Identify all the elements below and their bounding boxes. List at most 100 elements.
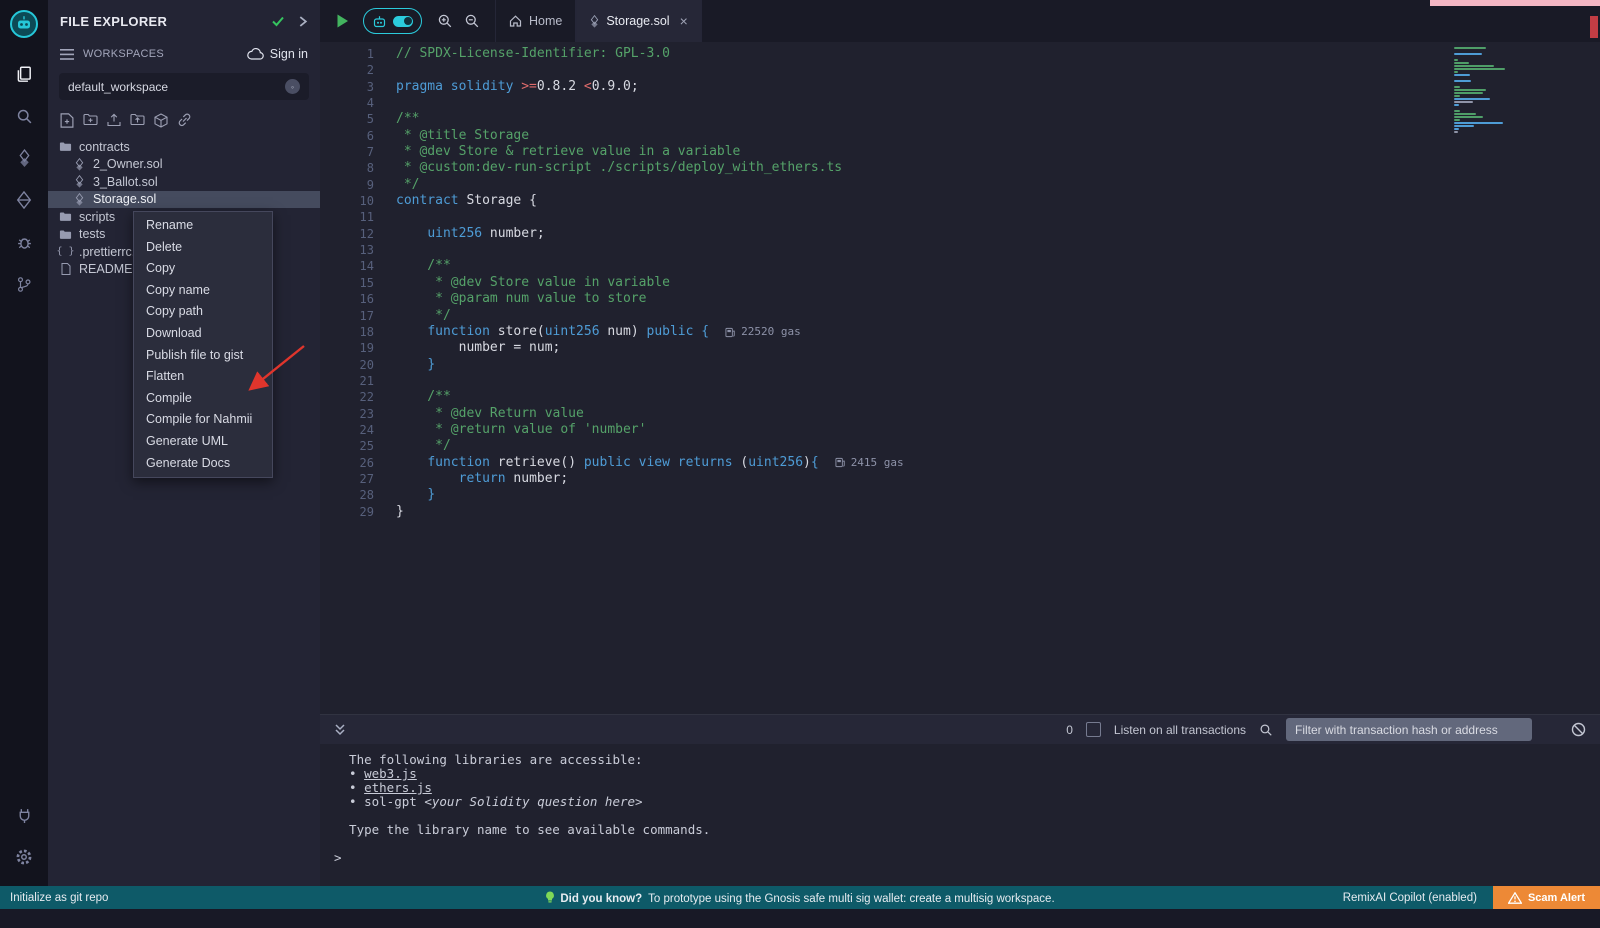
context-menu-item-copy-path[interactable]: Copy path: [134, 301, 272, 323]
code-line-22: 22 /**: [320, 389, 1600, 405]
remix-logo[interactable]: [9, 9, 39, 39]
file-tree-item-contracts[interactable]: contracts: [48, 138, 320, 156]
accept-check-icon[interactable]: [271, 14, 285, 28]
code-line-4: 4: [320, 95, 1600, 111]
code-line-18: 18 function store(uint256 num) public {2…: [320, 324, 1600, 340]
hamburger-menu-icon[interactable]: [60, 49, 74, 60]
code-editor[interactable]: 1// SPDX-License-Identifier: GPL-3.023pr…: [320, 42, 1600, 714]
code-text: }: [396, 357, 435, 373]
zoom-out-icon[interactable]: [464, 13, 480, 29]
solidity-compiler-icon[interactable]: [0, 137, 48, 179]
code-line-2: 2: [320, 62, 1600, 78]
minimap[interactable]: [1454, 47, 1512, 133]
settings-gear-icon[interactable]: [0, 836, 48, 878]
file-icon: [58, 263, 73, 275]
code-line-25: 25 */: [320, 438, 1600, 454]
code-line-16: 16 * @param num value to store: [320, 291, 1600, 307]
publish-ipfs-cube-icon[interactable]: [154, 113, 168, 128]
main-area: Home Storage.sol × 1// SPDX-License-Iden…: [320, 0, 1600, 886]
context-menu-item-compile-for-nahmii[interactable]: Compile for Nahmii: [134, 409, 272, 431]
listen-transactions-checkbox[interactable]: [1086, 722, 1101, 737]
clear-console-icon[interactable]: [1571, 722, 1586, 737]
line-number: 13: [320, 242, 396, 258]
code-line-3: 3pragma solidity >=0.8.2 <0.9.0;: [320, 79, 1600, 95]
file-name: scripts: [79, 210, 115, 224]
context-menu-item-compile[interactable]: Compile: [134, 388, 272, 410]
terminal-output[interactable]: The following libraries are accessible: …: [320, 744, 1600, 886]
file-explorer-icon[interactable]: [0, 53, 48, 95]
line-number: 27: [320, 471, 396, 487]
terminal-search-icon[interactable]: [1259, 723, 1273, 737]
terminal-line: [334, 837, 1600, 851]
terminal-text: Type the library name to see available c…: [334, 822, 710, 837]
context-menu-item-rename[interactable]: Rename: [134, 215, 272, 237]
git-icon[interactable]: [0, 263, 48, 305]
file-name: Storage.sol: [93, 192, 156, 206]
code-line-26: 26 function retrieve() public view retur…: [320, 455, 1600, 471]
terminal-line: • web3.js: [334, 767, 1600, 781]
upload-files-icon[interactable]: [107, 113, 121, 128]
listen-transactions-label[interactable]: Listen on all transactions: [1114, 723, 1246, 737]
expand-terminal-icon[interactable]: [334, 723, 346, 736]
code-text: * @dev Store & retrieve value in a varia…: [396, 144, 740, 160]
file-tree-item-2-owner-sol[interactable]: 2_Owner.sol: [48, 156, 320, 174]
line-number: 8: [320, 160, 396, 176]
tab-home[interactable]: Home: [495, 0, 576, 42]
tab-storage-sol[interactable]: Storage.sol ×: [576, 0, 701, 42]
transaction-filter-input[interactable]: [1286, 718, 1532, 741]
workspace-select[interactable]: default_workspace ◦: [59, 73, 309, 100]
context-menu-item-generate-docs[interactable]: Generate Docs: [134, 453, 272, 475]
code-text: * @return value of 'number': [396, 422, 646, 438]
context-menu-item-generate-uml[interactable]: Generate UML: [134, 431, 272, 453]
import-link-icon[interactable]: [177, 113, 192, 128]
gas-estimate-badge: 2415 gas: [835, 455, 904, 471]
home-icon: [509, 15, 522, 27]
plugin-manager-icon[interactable]: [0, 794, 48, 836]
file-actions-toolbar: [48, 104, 320, 135]
zoom-in-icon[interactable]: [437, 13, 453, 29]
bottom-filler: [0, 909, 1600, 928]
deploy-run-icon[interactable]: [0, 179, 48, 221]
code-line-17: 17 */: [320, 308, 1600, 324]
code-line-19: 19 number = num;: [320, 340, 1600, 356]
terminal-link[interactable]: web3.js: [364, 766, 417, 781]
context-menu-item-flatten[interactable]: Flatten: [134, 366, 272, 388]
create-folder-icon[interactable]: [83, 113, 98, 128]
debugger-icon[interactable]: [0, 221, 48, 263]
init-git-repo-button[interactable]: Initialize as git repo: [0, 892, 118, 904]
collapse-chevron-icon[interactable]: [297, 16, 308, 27]
file-tree-item-3-ballot-sol[interactable]: 3_Ballot.sol: [48, 173, 320, 191]
scam-alert-badge[interactable]: Scam Alert: [1493, 886, 1600, 909]
close-tab-icon[interactable]: ×: [680, 14, 688, 28]
code-line-15: 15 * @dev Store value in variable: [320, 275, 1600, 291]
run-script-button[interactable]: [335, 13, 350, 29]
context-menu-item-publish-file-to-gist[interactable]: Publish file to gist: [134, 345, 272, 367]
copilot-status[interactable]: RemixAI Copilot (enabled): [1343, 892, 1477, 904]
file-tree-item-storage-sol[interactable]: Storage.sol: [48, 191, 320, 209]
context-menu-item-delete[interactable]: Delete: [134, 237, 272, 259]
terminal-line: Type the library name to see available c…: [334, 823, 1600, 837]
code-text: number = num;: [396, 340, 560, 356]
upload-folder-icon[interactable]: [130, 113, 145, 128]
terminal-text: <your Solidity question here>: [424, 794, 642, 809]
terminal-link[interactable]: ethers.js: [364, 780, 432, 795]
search-icon[interactable]: [0, 95, 48, 137]
create-file-icon[interactable]: [60, 113, 74, 128]
workspaces-label: WORKSPACES: [83, 48, 247, 60]
code-text: * @title Storage: [396, 128, 529, 144]
context-menu-item-copy[interactable]: Copy: [134, 258, 272, 280]
code-line-28: 28 }: [320, 487, 1600, 503]
context-menu-item-download[interactable]: Download: [134, 323, 272, 345]
line-number: 5: [320, 111, 396, 127]
code-text: * @dev Return value: [396, 406, 584, 422]
remix-ai-copilot-toggle[interactable]: [363, 8, 422, 34]
toggle-switch[interactable]: [393, 16, 413, 27]
line-number: 12: [320, 226, 396, 242]
line-number: 16: [320, 291, 396, 307]
line-number: 21: [320, 373, 396, 389]
context-menu-item-copy-name[interactable]: Copy name: [134, 280, 272, 302]
workspace-options-icon[interactable]: ◦: [285, 79, 300, 94]
sign-in-button[interactable]: Sign in: [247, 47, 308, 61]
line-number: 1: [320, 46, 396, 62]
transaction-count: 0: [1066, 723, 1073, 737]
